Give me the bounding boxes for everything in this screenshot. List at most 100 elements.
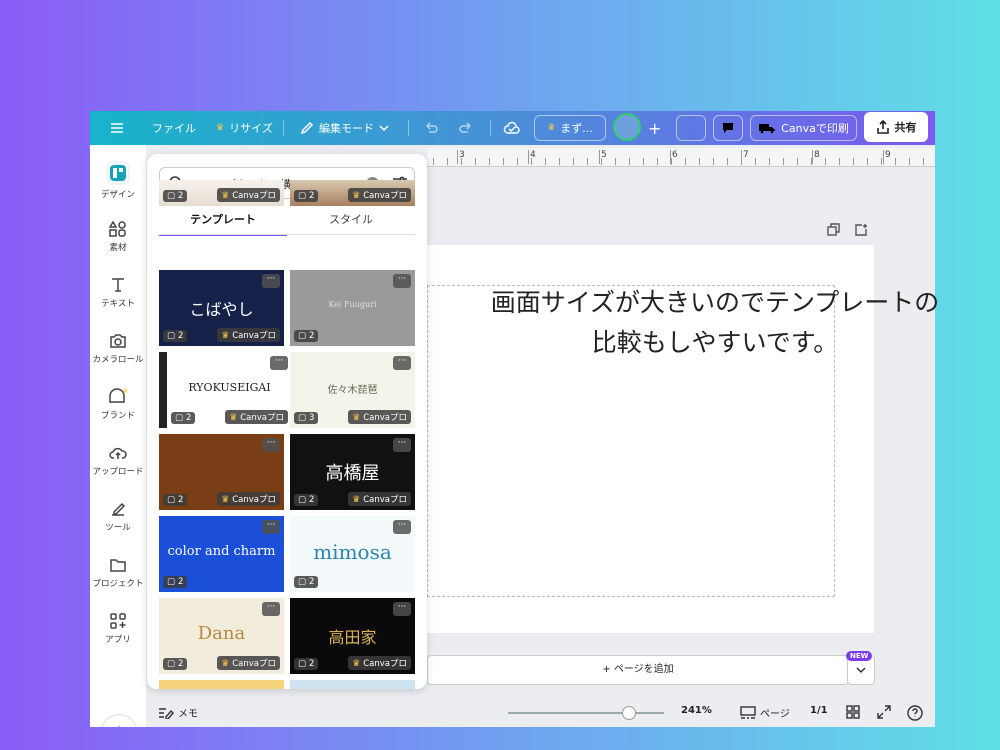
sidebar-item-brand[interactable]: ♛ ブランド — [90, 388, 146, 436]
ruler-minor-tick — [531, 158, 532, 165]
file-menu[interactable]: ファイル — [152, 111, 196, 145]
ruler-minor-tick — [713, 158, 714, 165]
ruler-minor-tick — [783, 158, 784, 165]
ruler-minor-tick — [475, 158, 476, 165]
ruler-minor-tick — [769, 158, 770, 165]
pages-view-button[interactable]: ページ — [740, 705, 790, 720]
add-page-icon-button[interactable] — [854, 222, 868, 241]
template-preview-text: 高田家 — [328, 628, 377, 647]
page-count-badge: ▢ 2 — [294, 576, 319, 588]
zoom-slider-thumb[interactable] — [622, 706, 636, 720]
edit-mode-dropdown[interactable]: 編集モード — [300, 111, 389, 145]
cloud-upload-icon — [109, 447, 127, 459]
template-tile[interactable]: Kei Fuuguri ··· ▢ 2 — [290, 270, 415, 346]
pages-icon: ▢ — [167, 577, 176, 587]
more-options-icon[interactable]: ··· — [262, 438, 280, 452]
pages-icon: ▢ — [298, 191, 307, 201]
add-page-icon — [855, 224, 867, 236]
template-tile[interactable]: 高橋屋 ··· ▢ 2 ♛ Canvaプロ — [290, 434, 415, 510]
resize-button[interactable]: ♛ リサイズ — [216, 111, 273, 145]
new-badge: NEW — [846, 651, 873, 661]
page-count-badge: ▢ 2 — [294, 658, 319, 670]
pages-icon: ▢ — [298, 577, 307, 587]
crown-icon: ♛ — [216, 123, 225, 133]
template-tile[interactable] — [290, 680, 415, 689]
template-tile[interactable]: こばやし ··· ▢ 2 ♛ Canvaプロ — [159, 270, 284, 346]
cloud-save-status[interactable] — [503, 111, 521, 145]
grid-view-button[interactable] — [846, 705, 860, 719]
sidebar-item-projects[interactable]: プロジェクト — [90, 556, 146, 604]
insights-button[interactable] — [676, 115, 706, 141]
canva-pro-label: Canvaプロ — [232, 495, 276, 505]
share-button[interactable]: 共有 — [864, 112, 928, 142]
folder-icon — [110, 559, 126, 572]
undo-icon — [426, 122, 438, 133]
more-options-icon[interactable]: ··· — [393, 602, 411, 616]
print-button[interactable]: Canvaで印刷 — [750, 115, 857, 141]
template-preview-text: mimosa — [313, 540, 392, 564]
more-options-icon[interactable]: ··· — [393, 356, 411, 370]
sidebar-item-apps[interactable]: アプリ — [90, 612, 146, 660]
more-options-icon[interactable]: ··· — [262, 274, 280, 288]
ruler-minor-tick — [587, 158, 588, 165]
ruler-minor-tick — [615, 158, 616, 165]
duplicate-page-button[interactable] — [827, 222, 841, 241]
canva-pro-badge: ♛ Canvaプロ — [348, 410, 411, 424]
add-collaborator-button[interactable]: + — [648, 111, 661, 145]
help-button[interactable] — [907, 705, 923, 721]
more-options-icon[interactable]: ··· — [393, 520, 411, 534]
left-sidebar: デザイン 素材 テキスト カメラロール ♛ ブランド アップロード ツール プロ — [90, 145, 146, 727]
pen-tool-icon — [112, 502, 126, 516]
template-tile[interactable]: mimosa ··· ▢ 2 — [290, 516, 415, 592]
more-options-icon[interactable]: ··· — [393, 274, 411, 288]
more-options-icon[interactable]: ··· — [393, 438, 411, 452]
page-count-badge: ▢ 2 — [163, 494, 188, 506]
ruler-minor-tick — [643, 158, 644, 165]
template-tile[interactable] — [159, 680, 284, 689]
notes-button[interactable]: メモ — [158, 705, 198, 720]
ruler-minor-tick — [839, 158, 840, 165]
chevron-down-icon — [379, 125, 389, 132]
fullscreen-button[interactable] — [877, 705, 891, 719]
page-count: 2 — [178, 495, 184, 505]
more-options-icon[interactable]: ··· — [270, 356, 288, 370]
redo-button[interactable] — [458, 111, 474, 145]
template-tile[interactable]: RYOKUSEIGAI ··· ▢ 2 ♛ Canvaプロ — [159, 352, 292, 428]
menu-button[interactable] — [110, 111, 124, 145]
undo-button[interactable] — [423, 111, 439, 145]
page-counter: 1/1 — [810, 705, 828, 716]
svg-text:♛: ♛ — [122, 388, 128, 395]
zoom-level[interactable]: 241% — [681, 705, 712, 716]
sidebar-item-elements[interactable]: 素材 — [90, 220, 146, 268]
template-tile[interactable]: ··· ▢ 2 ♛ Canvaプロ — [159, 434, 284, 510]
ruler-minor-tick — [811, 158, 812, 165]
sidebar-item-tools[interactable]: ツール — [90, 500, 146, 548]
template-tile[interactable]: ▢ 2 ♛ Canvaプロ — [290, 180, 415, 206]
sidebar-item-design[interactable]: デザイン — [90, 161, 146, 209]
user-avatar[interactable] — [613, 113, 641, 141]
sidebar-item-camera-roll[interactable]: カメラロール — [90, 332, 146, 380]
crown-icon: ♛ — [229, 413, 241, 423]
comment-button[interactable] — [713, 115, 743, 141]
template-tile[interactable]: 佐々木琵琶 ··· ▢ 3 ♛ Canvaプロ — [290, 352, 415, 428]
page-count-badge: ▢ 2 — [294, 494, 319, 506]
template-tile[interactable]: Dana ··· ▢ 2 ♛ Canvaプロ — [159, 598, 284, 674]
redo-icon — [459, 122, 471, 133]
truck-icon — [759, 124, 776, 134]
ruler-minor-tick — [895, 158, 896, 165]
magic-assistant-button[interactable] — [101, 714, 137, 727]
template-tile[interactable]: ▢ 2 ♛ Canvaプロ — [159, 180, 284, 206]
page-count: 2 — [186, 413, 192, 423]
sidebar-item-text[interactable]: テキスト — [90, 276, 146, 324]
template-tile[interactable]: 高田家 ··· ▢ 2 ♛ Canvaプロ — [290, 598, 415, 674]
more-options-icon[interactable]: ··· — [262, 602, 280, 616]
brand-kit-button[interactable]: ♛ まず... — [534, 115, 606, 141]
page-count-badge: ▢ 2 — [294, 190, 319, 202]
ruler-tick — [883, 150, 884, 164]
zoom-slider-track[interactable] — [508, 712, 664, 714]
add-page-button[interactable]: + ページを追加 — [427, 655, 849, 685]
sidebar-item-upload[interactable]: アップロード — [90, 444, 146, 492]
camera-icon — [110, 334, 126, 348]
more-options-icon[interactable]: ··· — [262, 520, 280, 534]
template-tile[interactable]: color and charm ··· ▢ 2 — [159, 516, 284, 592]
